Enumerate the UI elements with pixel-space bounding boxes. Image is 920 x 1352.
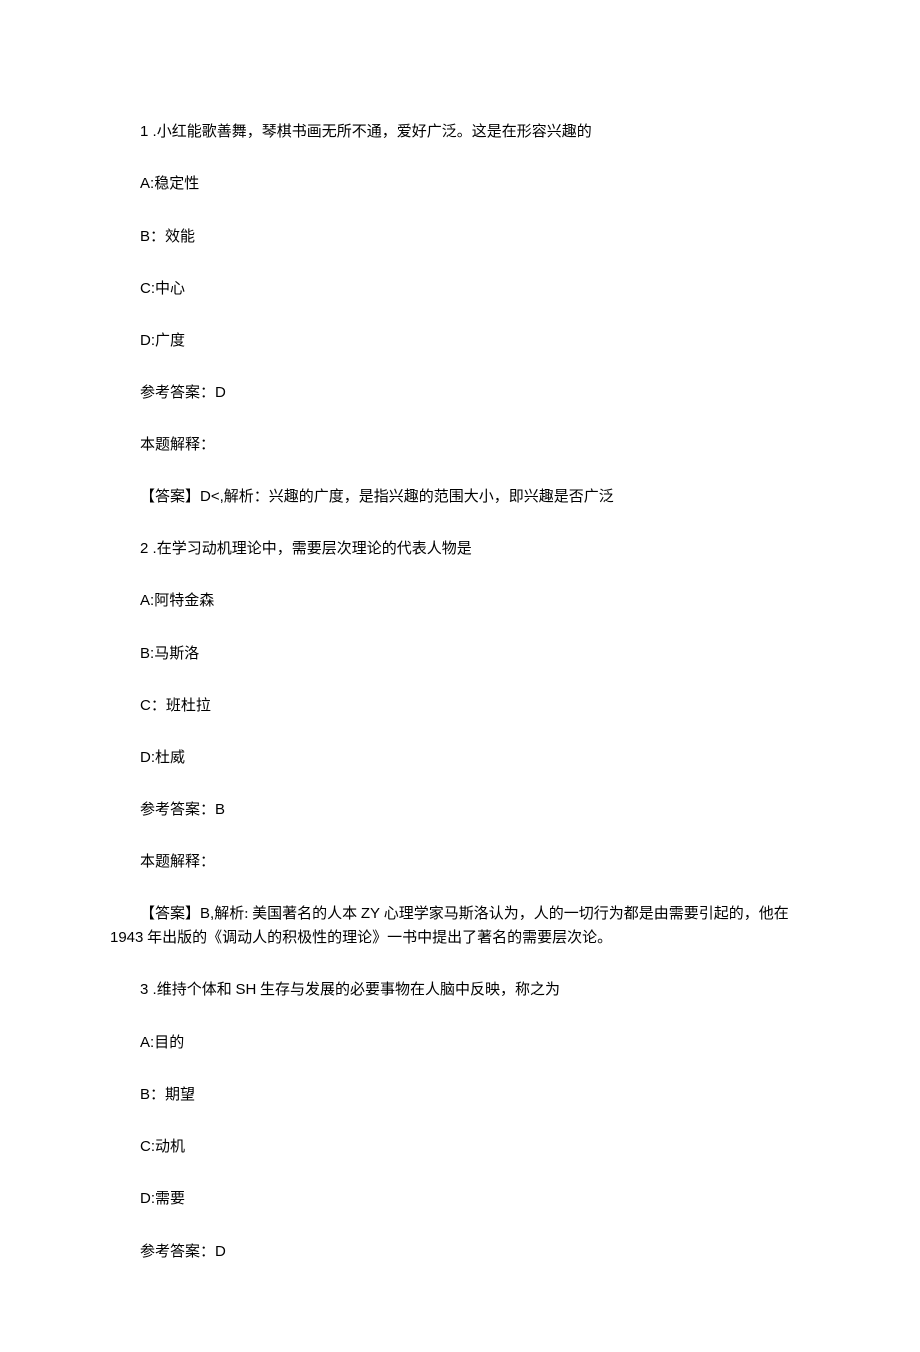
explanation-text: 心理学家马斯洛认为，人的一切行为都是由需要引起的，他在 bbox=[380, 906, 789, 922]
explanation-prefix: 【答案】 bbox=[140, 906, 200, 922]
answer-value: B bbox=[215, 801, 225, 818]
question-latin: SH bbox=[235, 981, 256, 998]
option-text: 需要 bbox=[155, 1191, 185, 1207]
option-a: A:阿特金森 bbox=[110, 589, 810, 613]
option-b: B：效能 bbox=[110, 225, 810, 249]
option-c: C:动机 bbox=[110, 1135, 810, 1159]
option-a: A:目的 bbox=[110, 1031, 810, 1055]
option-d: D:需要 bbox=[110, 1187, 810, 1211]
answer-value: D bbox=[215, 384, 226, 401]
explanation-label-text: 本题解释： bbox=[140, 437, 215, 453]
option-label: C： bbox=[140, 697, 166, 714]
question-text: 在学习动机理论中，需要层次理论的代表人物是 bbox=[157, 541, 472, 557]
answer-label: 参考答案： bbox=[140, 385, 215, 401]
answer-label: 参考答案： bbox=[140, 802, 215, 818]
answer-line: 参考答案：B bbox=[110, 798, 810, 822]
question-stem: 1 .小红能歌善舞，琴棋书画无所不通，爱好广泛。这是在形容兴趣的 bbox=[110, 120, 810, 144]
answer-value: D bbox=[215, 1243, 226, 1260]
explanation-year: 1943 bbox=[110, 929, 143, 946]
option-label: A: bbox=[140, 592, 154, 609]
option-b: B：期望 bbox=[110, 1083, 810, 1107]
option-text: 杜威 bbox=[155, 750, 185, 766]
option-text: 马斯洛 bbox=[154, 646, 199, 662]
option-label: C: bbox=[140, 1138, 155, 1155]
explanation-label: 本题解释： bbox=[110, 434, 810, 457]
option-label: D: bbox=[140, 1190, 155, 1207]
option-a: A:稳定性 bbox=[110, 172, 810, 196]
question-dot: . bbox=[148, 123, 156, 140]
option-text: 期望 bbox=[165, 1087, 195, 1103]
option-text: 效能 bbox=[165, 229, 195, 245]
option-text: 广度 bbox=[155, 333, 185, 349]
option-label: A: bbox=[140, 175, 154, 192]
option-d: D:广度 bbox=[110, 329, 810, 353]
option-label: B： bbox=[140, 1086, 165, 1103]
option-text: 目的 bbox=[154, 1035, 184, 1051]
question-text: 小红能歌善舞，琴棋书画无所不通，爱好广泛。这是在形容兴趣的 bbox=[157, 124, 592, 140]
option-label: D: bbox=[140, 749, 155, 766]
option-label: B： bbox=[140, 228, 165, 245]
option-text: 阿特金森 bbox=[154, 593, 214, 609]
answer-line: 参考答案：D bbox=[110, 381, 810, 405]
answer-line: 参考答案：D bbox=[110, 1240, 810, 1264]
document-page: 1 .小红能歌善舞，琴棋书画无所不通，爱好广泛。这是在形容兴趣的 A:稳定性 B… bbox=[0, 0, 920, 1352]
explanation-label-text: 本题解释： bbox=[140, 854, 215, 870]
explanation-label: 本题解释： bbox=[110, 851, 810, 874]
option-text: 稳定性 bbox=[154, 176, 199, 192]
answer-label: 参考答案： bbox=[140, 1244, 215, 1260]
option-c: C:中心 bbox=[110, 277, 810, 301]
option-d: D:杜威 bbox=[110, 746, 810, 770]
question-text: 生存与发展的必要事物在人脑中反映，称之为 bbox=[256, 982, 560, 998]
explanation-body: 【答案】B,解析: 美国著名的人本 ZY 心理学家马斯洛认为，人的一切行为都是由… bbox=[110, 902, 810, 951]
explanation-prefix: 【答案】 bbox=[140, 489, 200, 505]
explanation-letter: B, bbox=[200, 905, 214, 922]
explanation-text: 解析：兴趣的广度，是指兴趣的范围大小，即兴趣是否广泛 bbox=[224, 489, 614, 505]
explanation-letter: D<, bbox=[200, 488, 224, 505]
option-text: 动机 bbox=[155, 1139, 185, 1155]
question-stem: 3 .维持个体和 SH 生存与发展的必要事物在人脑中反映，称之为 bbox=[110, 978, 810, 1002]
option-label: C: bbox=[140, 280, 155, 297]
question-dot: . bbox=[148, 540, 156, 557]
explanation-body: 【答案】D<,解析：兴趣的广度，是指兴趣的范围大小，即兴趣是否广泛 bbox=[110, 485, 810, 509]
question-dot: . bbox=[148, 981, 156, 998]
question-text: 维持个体和 bbox=[157, 982, 236, 998]
option-label: A: bbox=[140, 1034, 154, 1051]
option-text: 班杜拉 bbox=[166, 698, 211, 714]
option-label: D: bbox=[140, 332, 155, 349]
explanation-text: 解析: 美国著名的人本 bbox=[214, 906, 361, 922]
option-c: C：班杜拉 bbox=[110, 694, 810, 718]
question-stem: 2 .在学习动机理论中，需要层次理论的代表人物是 bbox=[110, 537, 810, 561]
option-text: 中心 bbox=[155, 281, 185, 297]
explanation-text: 年出版的《调动人的积极性的理论》一书中提出了著名的需要层次论。 bbox=[143, 930, 612, 946]
explanation-latin: ZY bbox=[361, 905, 380, 922]
option-b: B:马斯洛 bbox=[110, 642, 810, 666]
option-label: B: bbox=[140, 645, 154, 662]
